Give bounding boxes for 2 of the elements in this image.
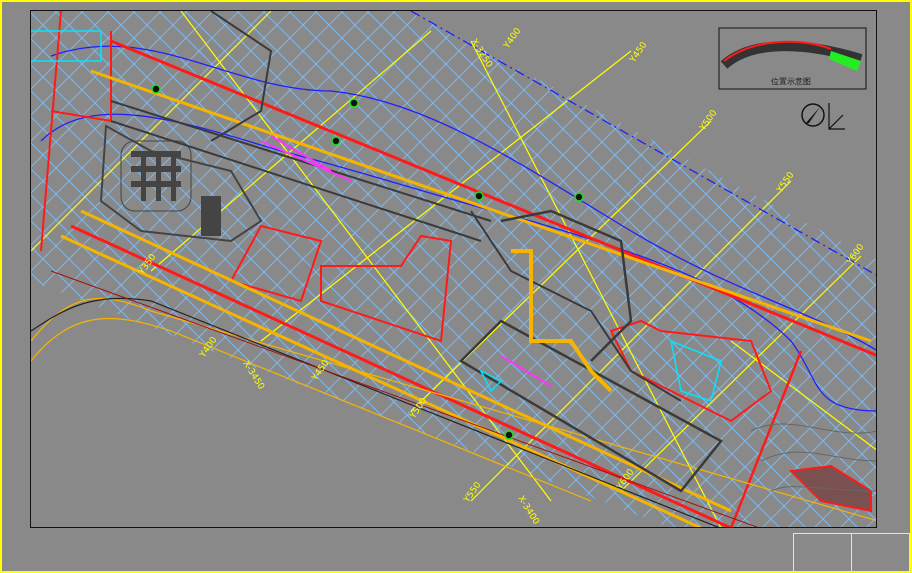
north-arrow-icon: [801, 102, 846, 130]
inset-title: 位置示意图: [771, 77, 811, 86]
